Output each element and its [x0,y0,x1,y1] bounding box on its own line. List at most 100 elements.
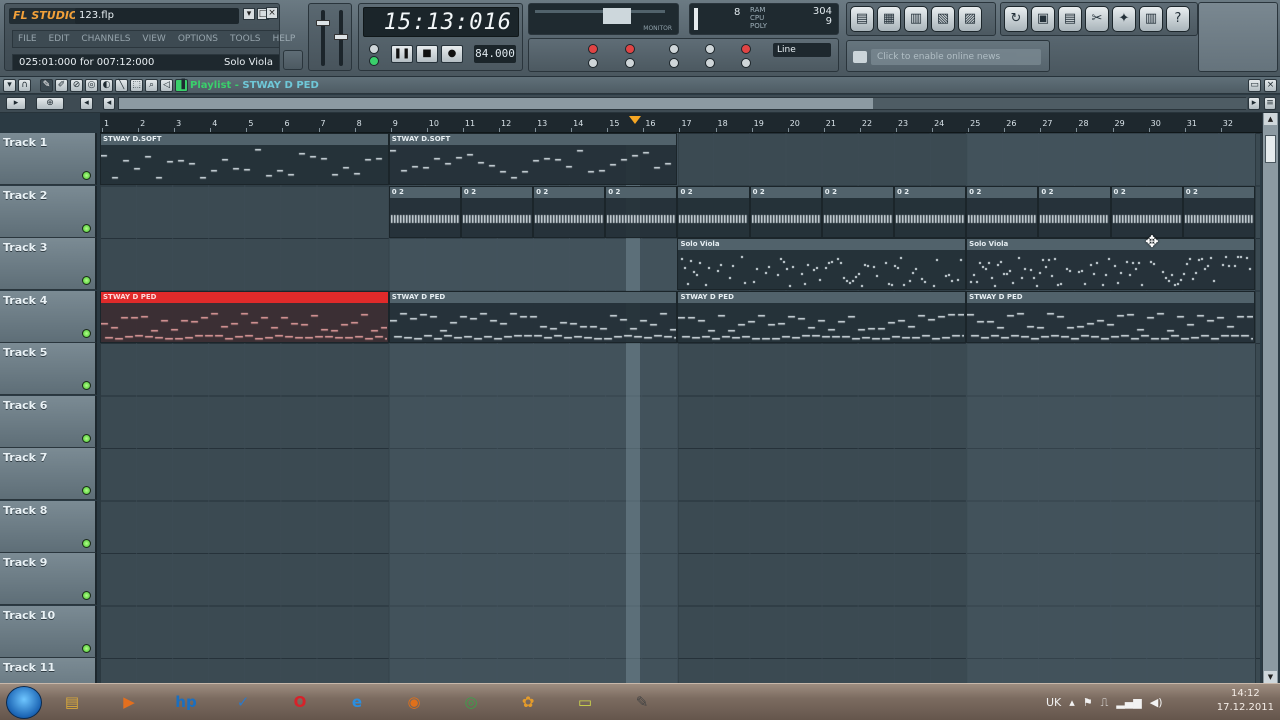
audio-record-toggle[interactable] [741,58,751,68]
menu-item-options[interactable]: OPTIONS [173,31,223,47]
taskbar-hp-icon[interactable]: hp [169,687,203,717]
taskbar-fl-icon[interactable]: ✿ [511,687,545,717]
pattern-clip[interactable]: STWAY D PED [100,290,389,343]
pattern-clip[interactable]: 0 2 [893,185,967,238]
track-mute-led[interactable] [82,538,91,548]
track-mute-led[interactable] [82,276,91,285]
tools-icon[interactable]: ✦ [1112,6,1136,32]
metronome-toggle[interactable] [588,58,598,68]
pattern-clip[interactable]: 0 2 [1182,185,1255,238]
taskbar-media-icon[interactable]: ▶ [112,687,146,717]
vertical-scrollbar[interactable]: ▲ ▼ [1262,113,1278,683]
playlist-grid[interactable]: STWAY D.SOFT STWAY D.SOFT 0 20 20 20 20 20… [100,133,1260,683]
taskbar-opera-icon[interactable]: O [283,687,317,717]
menu-item-help[interactable]: HELP [267,31,300,47]
pattern-clip[interactable]: STWAY D PED [677,290,967,343]
track-header[interactable]: Track 2 [0,185,97,238]
track-mute-led[interactable] [82,486,91,495]
horizontal-scroll-thumb[interactable] [873,98,1247,109]
zoom-tool-icon[interactable]: ⌕ [145,79,158,92]
snap-selector[interactable]: Line [773,43,831,57]
scroll-left-icon[interactable]: ◂ [103,97,115,110]
project-info-icon[interactable]: ▥ [1139,6,1163,32]
scroll-right-icon[interactable]: ▸ [1248,97,1260,110]
pattern-clip[interactable]: Solo Viola [966,238,1255,290]
track-header[interactable]: Track 8 [0,500,97,553]
volume-icon[interactable]: ◀) [1150,696,1163,709]
network-icon[interactable]: ▂▄▆ [1116,696,1141,709]
help-icon[interactable]: ? [1166,6,1190,32]
language-indicator[interactable]: UK [1046,696,1061,709]
taskbar-tool-icon[interactable]: ✎ [625,687,659,717]
track-header[interactable]: Track 10 [0,605,97,658]
stop-button[interactable]: ■ [416,45,438,63]
flag-icon[interactable]: ⚑ [1083,696,1093,709]
step-sequencer-icon[interactable]: ▦ [877,6,901,32]
pattern-clip[interactable]: 0 2 [749,185,822,238]
snap-tool-icon[interactable]: ⊕ [36,97,64,110]
track-mute-led[interactable] [82,591,91,600]
master-volume-fader[interactable] [316,20,330,26]
slip-tool-icon[interactable]: ◐ [100,79,113,92]
track-header[interactable]: Track 11 [0,658,97,683]
scroll-down-icon[interactable]: ▼ [1264,671,1277,683]
menu-item-file[interactable]: FILE [13,31,42,47]
mixer-icon[interactable]: ▨ [958,6,982,32]
slice-tool-icon[interactable]: ╲ [115,79,128,92]
track-header[interactable]: Track 1 [0,133,97,185]
pat-song-toggle[interactable] [369,44,379,54]
menu-item-tools[interactable]: TOOLS [225,31,265,47]
window-close-icon[interactable]: × [1264,79,1277,92]
track-toggle-icon[interactable]: ▸ [6,97,26,110]
track-header[interactable]: Track 7 [0,448,97,500]
vertical-scroll-thumb[interactable] [1265,135,1276,163]
taskbar-clock[interactable]: 14:12 17.12.2011 [1217,687,1274,715]
pattern-clip[interactable]: 0 2 [677,185,750,238]
taskbar-ie-icon[interactable]: e [340,687,374,717]
paint-tool-icon[interactable]: ✐ [55,79,68,92]
horizontal-scrollbar[interactable] [118,97,1247,110]
track-mute-led[interactable] [82,433,91,443]
pattern-clip[interactable]: Solo Viola [677,238,967,290]
loop-record-toggle[interactable] [705,58,715,68]
song-time-display[interactable]: 15:13:016 [363,7,519,37]
pattern-clip[interactable]: 0 2 [966,185,1039,238]
piano-roll-icon[interactable]: ▥ [904,6,928,32]
pattern-clip[interactable]: STWAY D PED [388,290,678,343]
pattern-clip[interactable]: 0 2 [460,185,534,238]
taskbar-notes-icon[interactable]: ▭ [568,687,602,717]
auto-scroll-toggle[interactable] [741,44,751,54]
browser-icon[interactable]: ▧ [931,6,955,32]
pattern-clip[interactable]: STWAY D.SOFT [388,133,678,185]
track-mute-led[interactable] [82,328,91,338]
pattern-picker-icon[interactable]: ▐ [175,79,188,92]
track-mute-led[interactable] [82,223,91,233]
track-header[interactable]: Track 9 [0,553,97,605]
magnet-icon[interactable]: ∩ [18,79,31,92]
new-project-icon[interactable]: ↻ [1004,6,1028,32]
precount-toggle[interactable] [669,44,679,54]
track-header[interactable]: Track 5 [0,343,97,395]
minimize-icon[interactable]: ▾ [243,8,255,20]
track-mute-led[interactable] [82,171,91,180]
song-position-marker[interactable] [629,116,641,124]
draw-tool-icon[interactable]: ✎ [40,79,53,92]
tempo-display[interactable]: 84.000 [474,45,516,63]
pattern-clip[interactable]: STWAY D.SOFT [100,133,389,185]
taskbar-chrome-icon[interactable]: ◎ [454,687,488,717]
master-pitch-fader[interactable] [334,34,348,40]
zoom-icon[interactable]: ≡ [1264,97,1276,110]
menu-item-edit[interactable]: EDIT [44,31,75,47]
pattern-clip[interactable]: STWAY D PED [966,290,1255,343]
pattern-icon[interactable]: ◂ [80,97,93,110]
menu-item-channels[interactable]: CHANNELS [76,31,135,47]
pattern-clip[interactable]: 0 2 [605,185,678,238]
track-header[interactable]: Track 4 [0,290,97,343]
select-tool-icon[interactable]: ⬚ [130,79,143,92]
window-maximize-icon[interactable]: ▭ [1248,79,1261,92]
close-icon[interactable]: × [266,7,278,19]
menu-item-view[interactable]: VIEW [137,31,170,47]
online-news-bar[interactable]: Click to enable online news [871,49,1041,65]
track-mute-led[interactable] [82,643,91,653]
multilink-toggle[interactable] [705,44,715,54]
